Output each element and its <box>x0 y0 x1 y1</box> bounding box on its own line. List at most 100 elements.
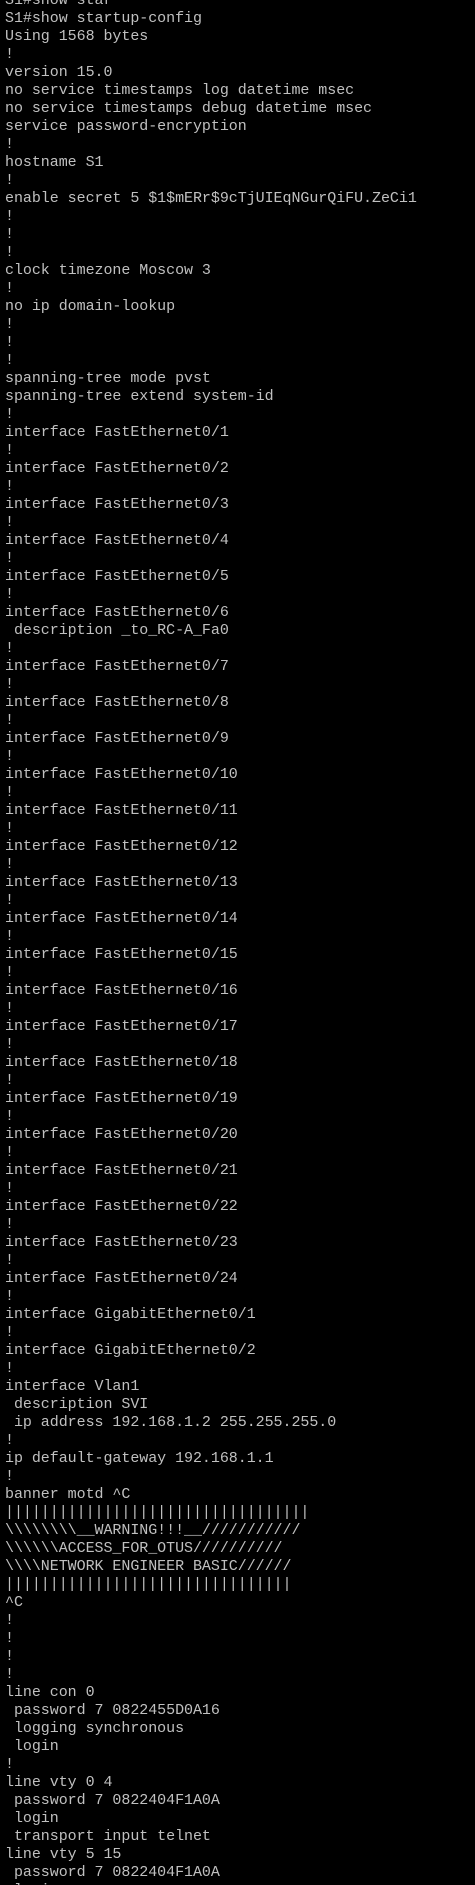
terminal-line: interface FastEthernet0/8 <box>5 694 229 711</box>
terminal-line: ! <box>5 1756 14 1773</box>
terminal-line: ! <box>5 1612 14 1629</box>
terminal-line: spanning-tree extend system-id <box>5 388 274 405</box>
terminal-line: service password-encryption <box>5 118 247 135</box>
terminal-line: interface FastEthernet0/22 <box>5 1198 238 1215</box>
terminal-line: ! <box>5 1108 14 1125</box>
terminal-line: ! <box>5 1216 14 1233</box>
terminal-line: S1#show startup-config <box>5 10 202 27</box>
terminal-line: no service timestamps debug datetime mse… <box>5 100 373 117</box>
terminal-line: interface FastEthernet0/1 <box>5 424 229 441</box>
terminal-line: ! <box>5 208 14 225</box>
terminal-line: interface FastEthernet0/5 <box>5 568 229 585</box>
terminal-line: password 7 0822455D0A16 <box>5 1702 220 1719</box>
terminal-line: interface FastEthernet0/21 <box>5 1162 238 1179</box>
terminal-line: banner motd ^C <box>5 1486 131 1503</box>
terminal-line: interface GigabitEthernet0/2 <box>5 1342 256 1359</box>
terminal-line: login <box>5 1810 59 1827</box>
terminal-line: ! <box>5 1252 14 1269</box>
terminal-line: interface FastEthernet0/6 <box>5 604 229 621</box>
terminal-line: interface GigabitEthernet0/1 <box>5 1306 256 1323</box>
terminal-line: interface FastEthernet0/20 <box>5 1126 238 1143</box>
terminal-line: password 7 0822404F1A0A <box>5 1864 220 1881</box>
terminal-line: interface FastEthernet0/19 <box>5 1090 238 1107</box>
terminal-line: interface FastEthernet0/9 <box>5 730 229 747</box>
terminal-line: ip address 192.168.1.2 255.255.255.0 <box>5 1414 337 1431</box>
terminal-line: ! <box>5 352 14 369</box>
terminal-line: ! <box>5 280 14 297</box>
terminal-line: ! <box>5 856 14 873</box>
terminal-line: ! <box>5 1360 14 1377</box>
terminal-line: password 7 0822404F1A0A <box>5 1792 220 1809</box>
terminal-line: description SVI <box>5 1396 149 1413</box>
terminal-line: ip default-gateway 192.168.1.1 <box>5 1450 274 1467</box>
terminal-line: description _to_RC-A_Fa0 <box>5 622 229 639</box>
terminal-window[interactable]: S1#show star S1#show startup-config Using … <box>0 0 475 1885</box>
terminal-line: enable secret 5 $1$mERr$9cTjUIEqNGurQiFU… <box>5 190 417 207</box>
terminal-output: S1#show star S1#show startup-config Using … <box>5 0 417 1885</box>
terminal-line: ! <box>5 550 14 567</box>
terminal-line: interface FastEthernet0/3 <box>5 496 229 513</box>
terminal-line: ! <box>5 1666 14 1683</box>
terminal-line: ! <box>5 334 14 351</box>
terminal-line: interface FastEthernet0/11 <box>5 802 238 819</box>
terminal-line: line vty 5 15 <box>5 1846 122 1863</box>
terminal-line: interface FastEthernet0/23 <box>5 1234 238 1251</box>
terminal-line: ! <box>5 1036 14 1053</box>
terminal-line: ! <box>5 964 14 981</box>
terminal-line: ! <box>5 712 14 729</box>
terminal-line: spanning-tree mode pvst <box>5 370 211 387</box>
terminal-line: interface FastEthernet0/17 <box>5 1018 238 1035</box>
terminal-line: ^C <box>5 1594 23 1611</box>
terminal-line: hostname S1 <box>5 154 104 171</box>
terminal-line: interface FastEthernet0/18 <box>5 1054 238 1071</box>
terminal-line: interface FastEthernet0/4 <box>5 532 229 549</box>
terminal-line: ! <box>5 442 14 459</box>
terminal-line: version 15.0 <box>5 64 113 81</box>
terminal-line: no service timestamps log datetime msec <box>5 82 355 99</box>
terminal-line: ! <box>5 784 14 801</box>
terminal-line: ! <box>5 316 14 333</box>
terminal-line: logging synchronous <box>5 1720 185 1737</box>
terminal-line: interface FastEthernet0/13 <box>5 874 238 891</box>
terminal-line: ! <box>5 928 14 945</box>
terminal-line: ! <box>5 1648 14 1665</box>
terminal-line: ! <box>5 226 14 243</box>
terminal-line: ! <box>5 748 14 765</box>
terminal-line: ! <box>5 1288 14 1305</box>
terminal-line: \\\\NETWORK ENGINEER BASIC////// <box>5 1558 292 1575</box>
terminal-line: interface FastEthernet0/24 <box>5 1270 238 1287</box>
terminal-line: ! <box>5 892 14 909</box>
terminal-line: ! <box>5 1432 14 1449</box>
terminal-line: login <box>5 1738 59 1755</box>
terminal-line: ! <box>5 820 14 837</box>
terminal-line: ! <box>5 136 14 153</box>
terminal-line: interface FastEthernet0/14 <box>5 910 238 927</box>
terminal-line: no ip domain-lookup <box>5 298 176 315</box>
terminal-line: ! <box>5 244 14 261</box>
terminal-line: \\\\\\ACCESS_FOR_OTUS////////// <box>5 1540 283 1557</box>
terminal-line: ! <box>5 514 14 531</box>
terminal-line: ! <box>5 1000 14 1017</box>
terminal-line: Using 1568 bytes <box>5 28 149 45</box>
terminal-line: transport input telnet <box>5 1828 211 1845</box>
terminal-line: |||||||||||||||||||||||||||||||| <box>5 1576 292 1593</box>
terminal-line: line con 0 <box>5 1684 95 1701</box>
terminal-line: ! <box>5 640 14 657</box>
terminal-line: interface FastEthernet0/10 <box>5 766 238 783</box>
terminal-line: ! <box>5 172 14 189</box>
terminal-line: ! <box>5 1468 14 1485</box>
terminal-line: ! <box>5 1324 14 1341</box>
terminal-line: ! <box>5 1180 14 1197</box>
terminal-line: interface FastEthernet0/7 <box>5 658 229 675</box>
terminal-line: ! <box>5 46 14 63</box>
terminal-line: interface FastEthernet0/16 <box>5 982 238 999</box>
terminal-line: ! <box>5 478 14 495</box>
terminal-line: interface Vlan1 <box>5 1378 140 1395</box>
terminal-line: \\\\\\\\__WARNING!!!__/////////// <box>5 1522 301 1539</box>
terminal-line: ! <box>5 1072 14 1089</box>
terminal-line: clock timezone Moscow 3 <box>5 262 211 279</box>
terminal-line: ! <box>5 586 14 603</box>
terminal-line: ! <box>5 406 14 423</box>
terminal-line: interface FastEthernet0/12 <box>5 838 238 855</box>
terminal-line: ! <box>5 676 14 693</box>
